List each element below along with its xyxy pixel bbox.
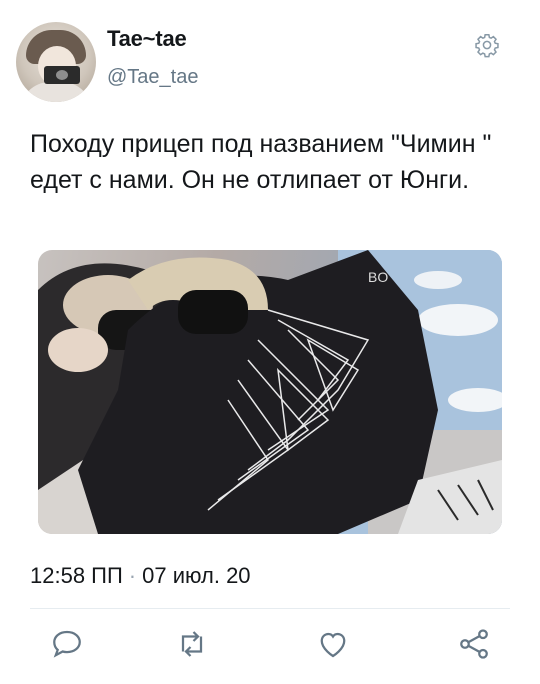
avatar[interactable] [16, 22, 96, 102]
avatar-shoulder [20, 82, 92, 102]
tweet-image[interactable]: BO [38, 250, 502, 534]
user-handle[interactable]: @Tae_tae [107, 66, 198, 89]
tweet-date: 07 июл. 20 [142, 563, 251, 588]
tweet-text: Походу прицеп под названием "Чимин " еде… [30, 130, 492, 194]
gear-icon[interactable] [474, 32, 500, 58]
retweet-icon[interactable] [174, 626, 210, 662]
tweet-timestamp: 12:58 ПП · 07 июл. 20 [30, 563, 251, 589]
heart-icon[interactable] [315, 626, 351, 662]
action-bar [0, 620, 540, 664]
display-name[interactable]: Tae~tae [107, 26, 187, 52]
share-icon[interactable] [456, 626, 492, 662]
photo-illustration: BO [38, 250, 502, 534]
hoodie-print-text: BO [368, 269, 388, 285]
tweet-time: 12:58 ПП [30, 563, 123, 588]
actions-divider [30, 608, 510, 609]
reply-icon[interactable] [49, 626, 85, 662]
meta-separator: · [128, 563, 137, 588]
avatar-camera-lens [56, 70, 68, 80]
